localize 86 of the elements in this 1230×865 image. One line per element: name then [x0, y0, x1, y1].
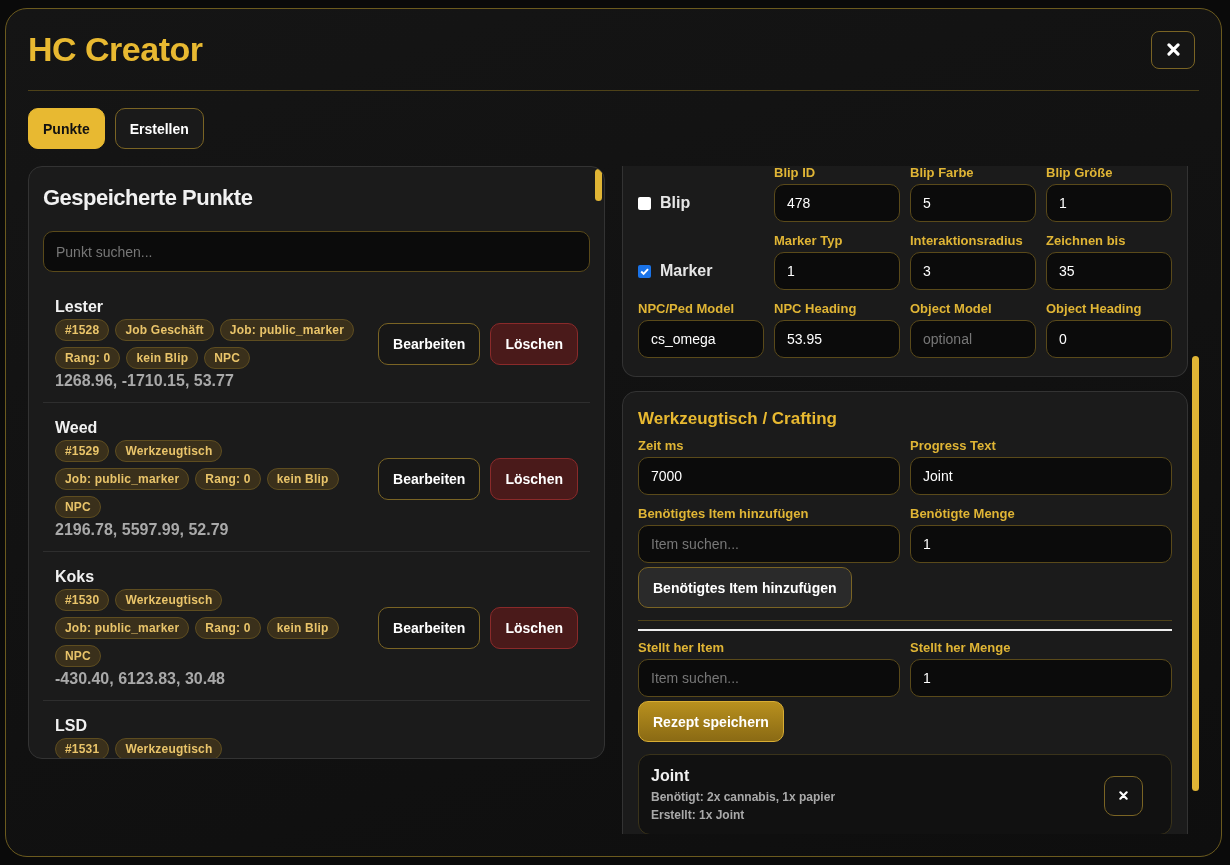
- field-label: Object Heading: [1046, 302, 1143, 318]
- input-field[interactable]: 0: [1046, 320, 1172, 358]
- tag: #1530: [55, 589, 110, 611]
- field-label: Benötigte Menge: [910, 507, 1016, 523]
- add-item-button[interactable]: Benötigtes Item hinzufügen: [638, 567, 852, 608]
- input-field[interactable]: Joint: [910, 457, 1172, 495]
- checkbox[interactable]: [638, 264, 651, 278]
- checkbox[interactable]: [638, 196, 651, 210]
- tag: Rang: 0: [195, 468, 261, 490]
- tag: Rang: 0: [55, 347, 121, 369]
- tab[interactable]: Punkte: [28, 108, 105, 149]
- tag: Job: public_marker: [219, 319, 355, 341]
- input-field[interactable]: cs_omega: [638, 320, 764, 358]
- point-name: Weed: [55, 419, 99, 437]
- tag: Werkzeugtisch: [115, 738, 223, 758]
- edit-button[interactable]: Bearbeiten: [378, 323, 481, 365]
- point-name: Lester: [55, 298, 105, 316]
- delete-button[interactable]: Löschen: [490, 607, 578, 649]
- field-label: NPC/Ped Model: [638, 302, 736, 318]
- tag: kein Blip: [266, 617, 339, 639]
- input-field[interactable]: 1: [774, 252, 900, 290]
- field-label: Blip ID: [774, 166, 817, 182]
- close-icon: [1119, 791, 1128, 800]
- field-label: Benötigtes Item hinzufügen: [638, 507, 810, 523]
- point-name: LSD: [55, 717, 88, 735]
- point-name: Koks: [55, 568, 96, 586]
- tab[interactable]: Erstellen: [114, 108, 204, 149]
- input-field[interactable]: Item suchen...: [638, 525, 900, 563]
- field-label: Blip Größe: [1046, 166, 1114, 182]
- input-field[interactable]: optional: [910, 320, 1036, 358]
- edit-button[interactable]: Bearbeiten: [378, 458, 481, 500]
- tag: NPC: [55, 645, 101, 667]
- tag: NPC: [204, 347, 251, 369]
- field-label: Progress Text: [910, 439, 997, 455]
- field-label: NPC Heading: [774, 302, 858, 318]
- input-field[interactable]: 5: [910, 184, 1036, 222]
- panel-title: Gespeicherte Punkte: [43, 185, 254, 211]
- input-field[interactable]: 3: [910, 252, 1036, 290]
- input-field[interactable]: 7000: [638, 457, 900, 495]
- tag: #1531: [55, 738, 110, 758]
- coordinates: 1268.96, -1710.15, 53.77: [55, 372, 235, 390]
- checkbox-label: Marker: [660, 262, 713, 280]
- tag: #1528: [55, 319, 110, 341]
- field-label: Stellt her Menge: [910, 641, 1012, 657]
- input-field[interactable]: 35: [1046, 252, 1172, 290]
- checkbox-label: Blip: [660, 194, 691, 212]
- close-icon: [1166, 43, 1180, 56]
- delete-button[interactable]: Löschen: [490, 458, 578, 500]
- tag: Werkzeugtisch: [115, 589, 223, 611]
- remove-button[interactable]: [1104, 775, 1143, 816]
- tag: Job Geschäft: [115, 319, 214, 341]
- field-label: Blip Farbe: [910, 166, 975, 182]
- field-label: Object Model: [910, 302, 993, 318]
- search-field[interactable]: Punkt suchen...: [43, 231, 590, 272]
- delete-button[interactable]: Löschen: [490, 323, 578, 365]
- edit-button[interactable]: Bearbeiten: [378, 607, 481, 649]
- tag: kein Blip: [126, 347, 199, 369]
- field-label: Interaktionsradius: [910, 234, 1024, 250]
- tag: Rang: 0: [195, 617, 261, 639]
- input-field[interactable]: 53.95: [774, 320, 900, 358]
- input-field[interactable]: 1: [910, 525, 1172, 563]
- save-recipe-button[interactable]: Rezept speichern: [638, 701, 784, 742]
- field-label: Zeichnen bis: [1046, 234, 1127, 250]
- tag: NPC: [55, 496, 101, 518]
- window-title: HC Creator: [28, 30, 203, 69]
- field-label: Zeit ms: [638, 439, 685, 455]
- tag: Job: public_marker: [55, 617, 190, 639]
- input-field[interactable]: 1: [910, 659, 1172, 697]
- recipe-detail: Benötigt: 2x cannabis, 1x papier: [651, 789, 836, 806]
- field-label: Marker Typ: [774, 234, 844, 250]
- tag: kein Blip: [266, 468, 339, 490]
- tag: Job: public_marker: [55, 468, 190, 490]
- recipe-name: Joint: [651, 767, 691, 785]
- input-field[interactable]: 1: [1046, 184, 1172, 222]
- coordinates: -430.40, 6123.83, 30.48: [55, 670, 226, 688]
- tag: Werkzeugtisch: [115, 440, 223, 462]
- field-label: Stellt her Item: [638, 641, 725, 657]
- section-title: Werkzeugtisch / Crafting: [638, 409, 838, 429]
- tag: #1529: [55, 440, 110, 462]
- input-field[interactable]: 478: [774, 184, 900, 222]
- scrollbar-thumb[interactable]: [1192, 356, 1199, 791]
- coordinates: 2196.78, 5597.99, 52.79: [55, 521, 230, 539]
- recipe-detail: Erstellt: 1x Joint: [651, 807, 746, 824]
- close-button[interactable]: [1151, 30, 1195, 69]
- scrollbar-thumb[interactable]: [595, 169, 602, 201]
- input-field[interactable]: Item suchen...: [638, 659, 900, 697]
